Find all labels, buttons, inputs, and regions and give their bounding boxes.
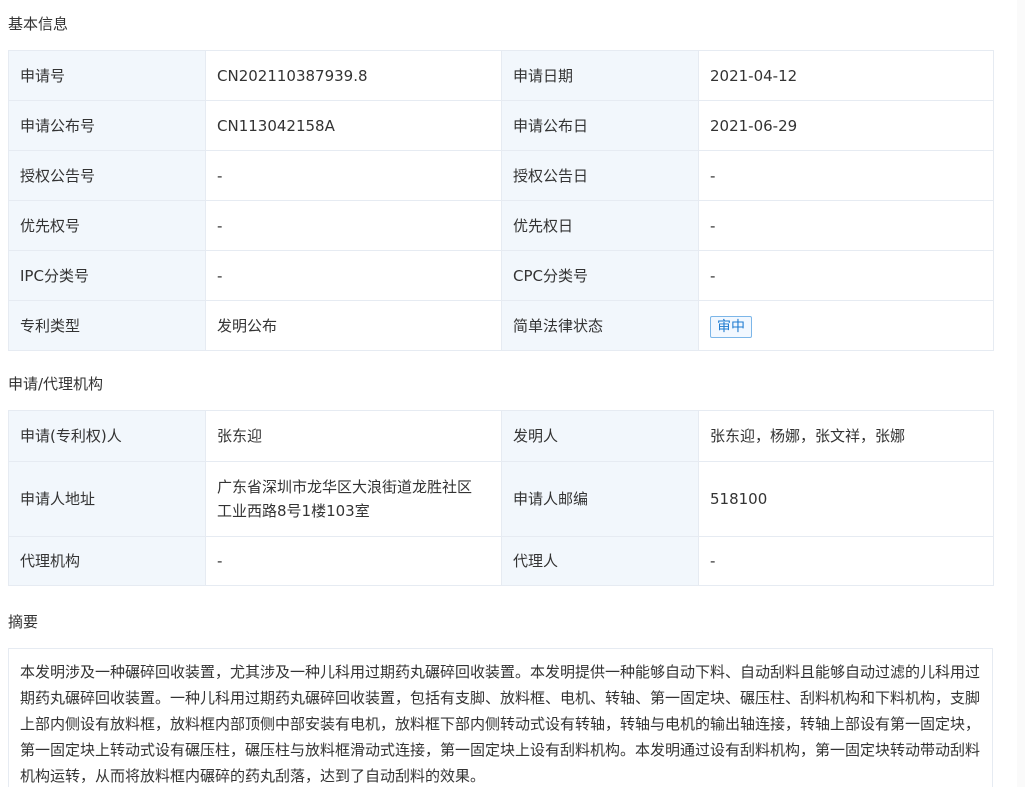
label-patent-type: 专利类型 bbox=[8, 300, 206, 351]
value-legal-status-cell: 审中 bbox=[698, 300, 994, 351]
value-agent: - bbox=[698, 536, 994, 586]
label-priority-number: 优先权号 bbox=[8, 200, 206, 251]
page-scrollbar[interactable] bbox=[1017, 0, 1025, 787]
label-legal-status: 简单法律状态 bbox=[501, 300, 699, 351]
value-cpc: - bbox=[698, 250, 994, 301]
value-applicant: 张东迎 bbox=[205, 410, 502, 462]
value-publication-date: 2021-06-29 bbox=[698, 100, 994, 151]
section-title-abstract: 摘要 bbox=[8, 613, 39, 631]
label-cpc: CPC分类号 bbox=[501, 250, 699, 301]
label-agency: 代理机构 bbox=[8, 536, 206, 586]
section-title-agency: 申请/代理机构 bbox=[8, 375, 104, 393]
label-ipc: IPC分类号 bbox=[8, 250, 206, 301]
address-line-1: 广东省深圳市龙华区大浪街道龙胜社区 bbox=[217, 478, 473, 496]
patent-detail-page: 基本信息 申请号 CN202110387939.8 申请日期 2021-04-1… bbox=[0, 0, 1025, 787]
address-line-2: 工业西路8号1楼103室 bbox=[217, 502, 370, 520]
label-inventor: 发明人 bbox=[501, 410, 699, 462]
table-row: 优先权号 - 优先权日 - bbox=[8, 200, 994, 251]
value-patent-type: 发明公布 bbox=[205, 300, 502, 351]
label-publication-number: 申请公布号 bbox=[8, 100, 206, 151]
section-title-basic-info: 基本信息 bbox=[8, 15, 69, 33]
value-application-number: CN202110387939.8 bbox=[205, 50, 502, 101]
label-publication-date: 申请公布日 bbox=[501, 100, 699, 151]
table-row: 专利类型 发明公布 简单法律状态 审中 bbox=[8, 300, 994, 351]
value-agency: - bbox=[205, 536, 502, 586]
basic-info-table: 申请号 CN202110387939.8 申请日期 2021-04-12 申请公… bbox=[8, 50, 994, 351]
table-row: IPC分类号 - CPC分类号 - bbox=[8, 250, 994, 301]
label-priority-date: 优先权日 bbox=[501, 200, 699, 251]
value-postal-code: 518100 bbox=[698, 461, 994, 537]
status-badge: 审中 bbox=[710, 315, 752, 338]
agency-table: 申请(专利权)人 张东迎 发明人 张东迎，杨娜，张文祥，张娜 申请人地址 广东省… bbox=[8, 410, 994, 586]
table-row: 授权公告号 - 授权公告日 - bbox=[8, 150, 994, 201]
table-row: 申请人地址 广东省深圳市龙华区大浪街道龙胜社区 工业西路8号1楼103室 申请人… bbox=[8, 461, 994, 537]
value-application-date: 2021-04-12 bbox=[698, 50, 994, 101]
value-priority-number: - bbox=[205, 200, 502, 251]
label-applicant-address: 申请人地址 bbox=[8, 461, 206, 537]
value-ipc: - bbox=[205, 250, 502, 301]
label-applicant: 申请(专利权)人 bbox=[8, 410, 206, 462]
abstract-text: 本发明涉及一种碾碎回收装置，尤其涉及一种儿科用过期药丸碾碎回收装置。本发明提供一… bbox=[8, 648, 993, 787]
label-agent: 代理人 bbox=[501, 536, 699, 586]
table-row: 申请(专利权)人 张东迎 发明人 张东迎，杨娜，张文祥，张娜 bbox=[8, 410, 994, 462]
label-application-date: 申请日期 bbox=[501, 50, 699, 101]
value-publication-number: CN113042158A bbox=[205, 100, 502, 151]
label-application-number: 申请号 bbox=[8, 50, 206, 101]
table-row: 代理机构 - 代理人 - bbox=[8, 536, 994, 586]
value-applicant-address: 广东省深圳市龙华区大浪街道龙胜社区 工业西路8号1楼103室 bbox=[205, 461, 502, 537]
label-grant-date: 授权公告日 bbox=[501, 150, 699, 201]
label-grant-number: 授权公告号 bbox=[8, 150, 206, 201]
value-inventor: 张东迎，杨娜，张文祥，张娜 bbox=[698, 410, 994, 462]
table-row: 申请号 CN202110387939.8 申请日期 2021-04-12 bbox=[8, 50, 994, 101]
value-priority-date: - bbox=[698, 200, 994, 251]
value-grant-date: - bbox=[698, 150, 994, 201]
label-postal-code: 申请人邮编 bbox=[501, 461, 699, 537]
table-row: 申请公布号 CN113042158A 申请公布日 2021-06-29 bbox=[8, 100, 994, 151]
value-grant-number: - bbox=[205, 150, 502, 201]
